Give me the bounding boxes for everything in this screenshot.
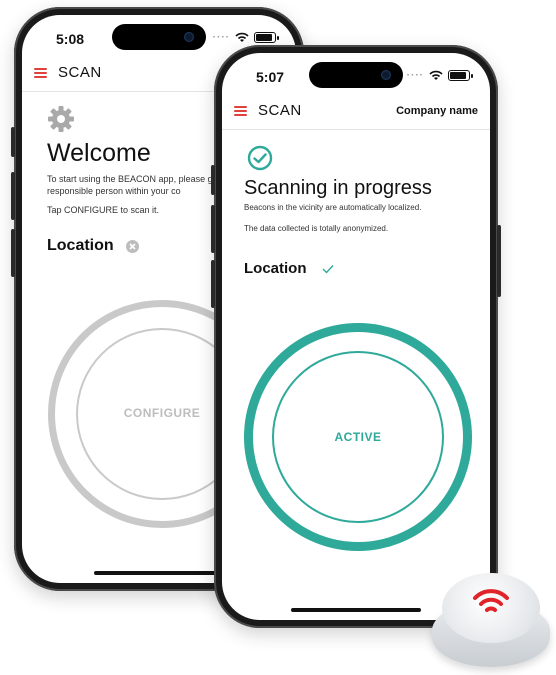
battery-icon (448, 70, 473, 81)
front-phone: 5:07 ···· SCAN Company name Scanning in … (211, 45, 501, 628)
home-indicator (94, 571, 224, 575)
check-circle-icon (247, 145, 273, 171)
configure-hint: Tap CONFIGURE to scan it. (47, 205, 160, 215)
signal-icon: ···· (212, 32, 230, 43)
app-title: SCAN (58, 64, 102, 81)
check-icon (322, 265, 334, 274)
welcome-heading: Welcome (47, 139, 151, 167)
localized-text: Beacons in the vicinity are automaticall… (244, 203, 422, 212)
front-phone-screen: 5:07 ···· SCAN Company name Scanning in … (222, 53, 490, 620)
wifi-icon (429, 70, 443, 80)
location-label: Location (47, 237, 114, 254)
status-time: 5:08 (56, 31, 85, 47)
status-bar: 5:07 ···· (222, 67, 490, 85)
battery-icon (254, 32, 279, 43)
gear-icon (48, 106, 74, 132)
beacon-device (432, 561, 550, 671)
wifi-icon (473, 589, 509, 612)
menu-icon[interactable] (234, 106, 247, 116)
app-title: SCAN (258, 102, 302, 119)
active-button[interactable]: ACTIVE (244, 430, 472, 444)
signal-icon: ···· (406, 70, 424, 81)
location-label: Location (244, 260, 307, 277)
anonymized-text: The data collected is totally anonymized… (244, 224, 389, 233)
home-indicator (291, 608, 421, 612)
status-time: 5:07 (256, 69, 285, 85)
company-name: Company name (396, 105, 478, 117)
wifi-icon (235, 32, 249, 42)
scanning-heading: Scanning in progress (244, 177, 432, 199)
menu-icon[interactable] (34, 68, 47, 78)
app-bar: SCAN Company name (222, 95, 490, 130)
close-circle-icon (126, 240, 139, 253)
